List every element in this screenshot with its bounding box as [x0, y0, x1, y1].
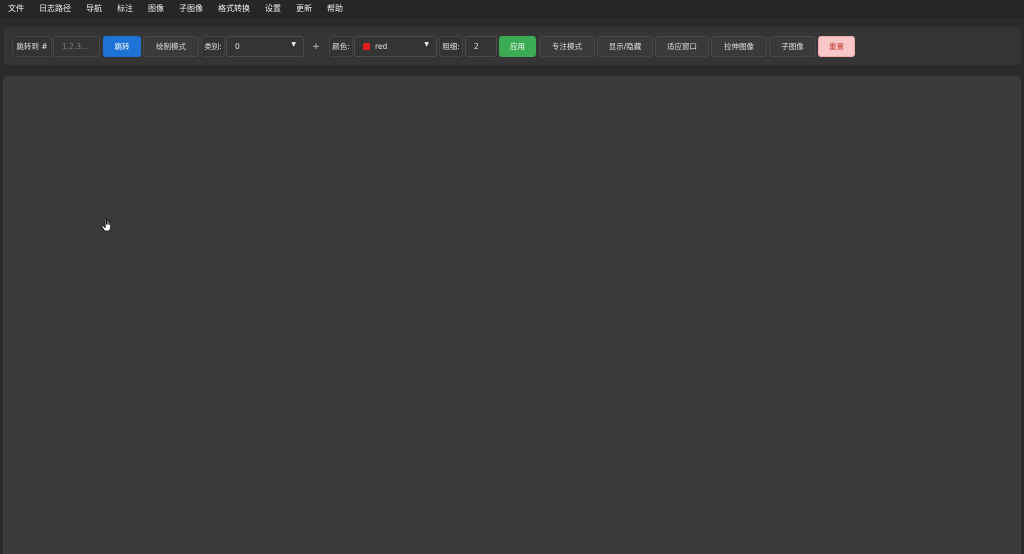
- stretch-image-button[interactable]: 拉伸图像: [711, 36, 767, 57]
- menu-settings[interactable]: 设置: [261, 0, 289, 18]
- show-hide-button[interactable]: 显示/隐藏: [597, 36, 653, 57]
- subimage-button[interactable]: 子图像: [769, 36, 816, 57]
- thickness-input[interactable]: 2: [465, 36, 497, 57]
- jump-button[interactable]: 跳转: [103, 36, 141, 57]
- color-label: 颜色:: [329, 36, 353, 57]
- jump-to-label: 跳转到 #: [12, 36, 52, 57]
- thickness-label: 粗细:: [439, 36, 463, 57]
- add-category-icon[interactable]: +: [309, 36, 323, 57]
- menu-format-convert[interactable]: 格式转换: [214, 0, 258, 18]
- chevron-down-icon: ▼: [291, 41, 296, 48]
- menu-help[interactable]: 帮助: [323, 0, 351, 18]
- hand-pointer-icon: [101, 218, 111, 232]
- color-select[interactable]: red ▼: [354, 36, 437, 57]
- category-value: 0: [235, 42, 240, 51]
- apply-button[interactable]: 应用: [499, 36, 536, 57]
- category-label: 类别:: [201, 36, 225, 57]
- color-value: red: [375, 42, 388, 51]
- toolbar: 跳转到 # 1,2,3... 跳转 绘制模式 类别: 0 ▼ + 颜色: red…: [4, 27, 1021, 65]
- draw-mode-button[interactable]: 绘制模式: [143, 36, 199, 57]
- menu-navigation[interactable]: 导航: [82, 0, 110, 18]
- image-canvas[interactable]: [3, 76, 1021, 554]
- chevron-down-icon: ▼: [424, 41, 429, 48]
- menu-update[interactable]: 更新: [292, 0, 320, 18]
- reset-button[interactable]: 重置: [818, 36, 855, 57]
- menu-file[interactable]: 文件: [4, 0, 32, 18]
- color-swatch: [363, 43, 370, 50]
- menu-subimage[interactable]: 子图像: [175, 0, 211, 18]
- menu-log-path[interactable]: 日志路径: [35, 0, 79, 18]
- menu-annotation[interactable]: 标注: [113, 0, 141, 18]
- menu-bar: 文件 日志路径 导航 标注 图像 子图像 格式转换 设置 更新 帮助: [0, 0, 1024, 18]
- focus-mode-button[interactable]: 专注模式: [539, 36, 595, 57]
- menu-image[interactable]: 图像: [144, 0, 172, 18]
- fit-window-button[interactable]: 适应窗口: [655, 36, 709, 57]
- jump-index-input[interactable]: 1,2,3...: [53, 36, 100, 57]
- category-select[interactable]: 0 ▼: [226, 36, 304, 57]
